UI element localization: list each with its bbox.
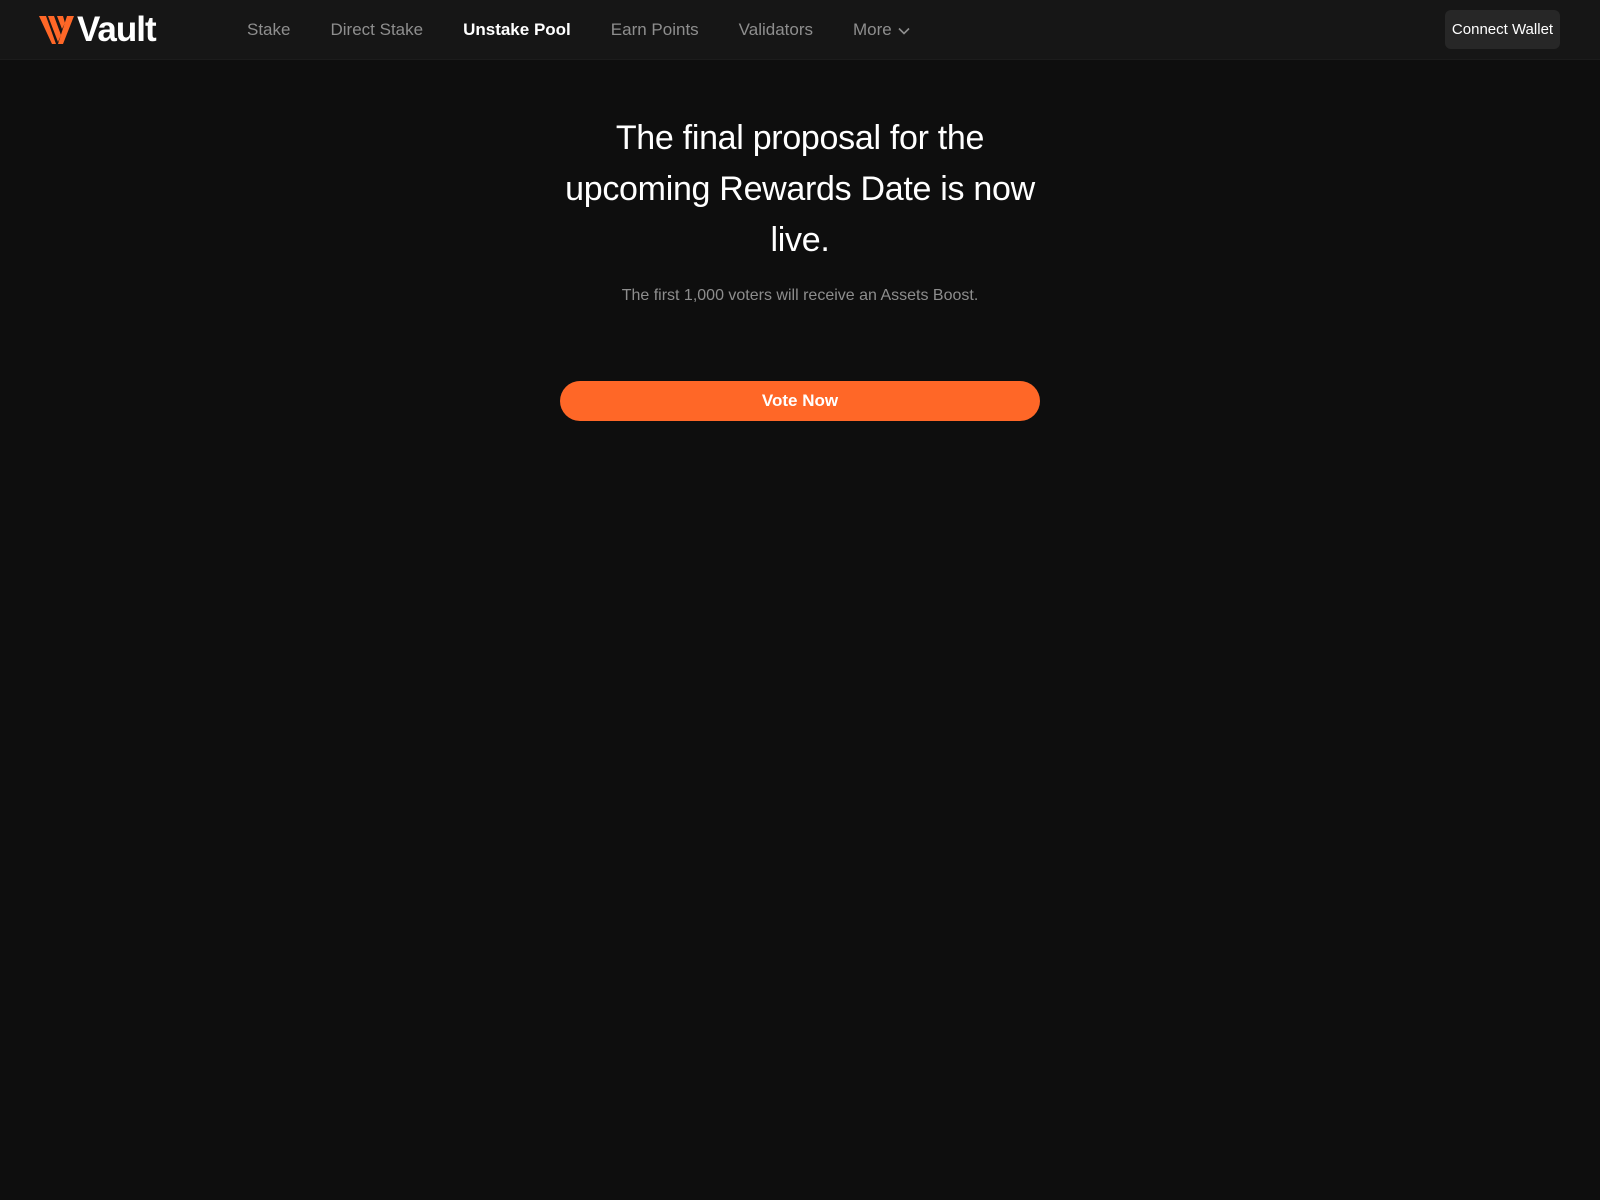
nav-item-stake[interactable]: Stake <box>247 20 290 40</box>
nav-item-unstake-pool[interactable]: Unstake Pool <box>463 20 571 40</box>
nav-item-validators[interactable]: Validators <box>739 20 813 40</box>
nav-item-direct-stake[interactable]: Direct Stake <box>330 20 423 40</box>
top-navbar: Vault Stake Direct Stake Unstake Pool Ea… <box>0 0 1600 60</box>
main-nav: Stake Direct Stake Unstake Pool Earn Poi… <box>247 0 950 60</box>
nav-item-more-label: More <box>853 20 892 39</box>
vault-v-logo-icon <box>39 16 74 44</box>
hero-section: The final proposal for the upcoming Rewa… <box>550 113 1050 306</box>
chevron-down-icon <box>898 20 910 40</box>
brand-name: Vault <box>77 10 157 49</box>
nav-item-more[interactable]: More <box>853 20 910 40</box>
nav-item-earn-points[interactable]: Earn Points <box>611 20 699 40</box>
vote-now-button[interactable]: Vote Now <box>560 381 1040 421</box>
hero-title: The final proposal for the upcoming Rewa… <box>565 119 1035 259</box>
connect-wallet-button[interactable]: Connect Wallet <box>1445 10 1560 49</box>
vault-logo[interactable]: Vault <box>39 10 157 49</box>
hero-subtitle: The first 1,000 voters will receive an A… <box>621 287 979 304</box>
